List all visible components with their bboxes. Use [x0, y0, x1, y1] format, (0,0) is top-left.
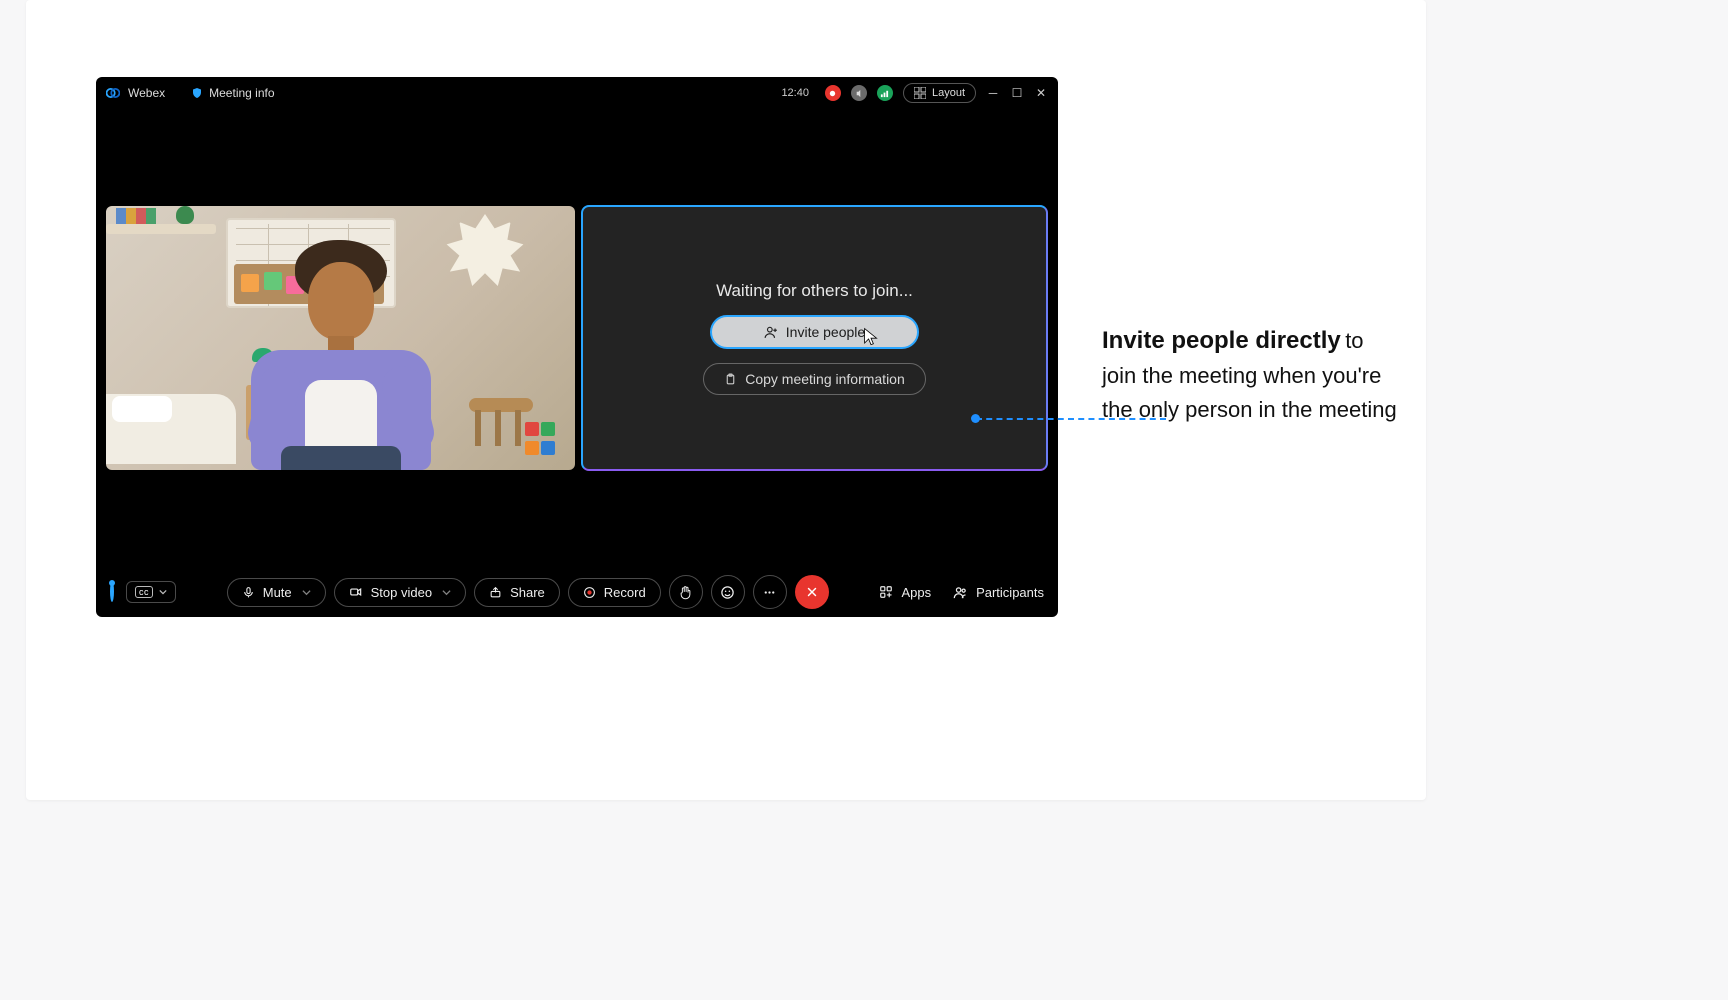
reactions-button[interactable] [711, 575, 745, 609]
clipboard-icon [724, 373, 737, 386]
titlebar-left: Webex Meeting info [106, 86, 275, 100]
app-name: Webex [128, 86, 165, 100]
network-indicator-icon[interactable] [877, 85, 893, 101]
mute-button[interactable]: Mute [227, 578, 326, 607]
bottombar-right: Apps Participants [879, 585, 1044, 600]
documentation-canvas: Webex Meeting info 12:40 Layout ─ [26, 0, 1426, 800]
invite-people-button[interactable]: Invite people [710, 315, 919, 349]
bottombar-center: Mute Stop video Share Record [227, 575, 829, 609]
audio-indicator-icon[interactable] [851, 85, 867, 101]
hand-icon [678, 585, 693, 600]
stop-video-button[interactable]: Stop video [334, 578, 466, 607]
record-label: Record [604, 585, 646, 600]
chevron-down-icon[interactable] [302, 588, 311, 597]
participants-label: Participants [976, 585, 1044, 600]
info-shield-icon [191, 87, 203, 99]
layout-label: Layout [932, 87, 965, 99]
video-stage: Waiting for others to join... Invite peo… [96, 109, 1058, 567]
captions-button[interactable]: cc [126, 581, 176, 603]
mute-label: Mute [263, 585, 292, 600]
window-maximize-button[interactable]: ☐ [1010, 86, 1024, 100]
webex-window: Webex Meeting info 12:40 Layout ─ [96, 77, 1058, 617]
apps-button[interactable]: Apps [879, 585, 931, 600]
more-options-button[interactable] [753, 575, 787, 609]
cc-icon: cc [135, 586, 153, 598]
ellipsis-icon [762, 585, 777, 600]
microphone-icon [242, 586, 255, 599]
titlebar-right: 12:40 Layout ─ ☐ ✕ [781, 83, 1048, 103]
assistant-ring-icon[interactable] [110, 583, 114, 601]
record-button[interactable]: Record [568, 578, 661, 607]
record-dot-icon [583, 586, 596, 599]
close-icon [805, 585, 819, 599]
self-video-tile[interactable] [106, 206, 575, 470]
webex-logo-icon [106, 86, 120, 100]
layout-button[interactable]: Layout [903, 83, 976, 103]
camera-icon [349, 585, 363, 599]
share-label: Share [510, 585, 545, 600]
recording-indicator-icon[interactable] [825, 85, 841, 101]
meeting-info-button[interactable]: Meeting info [191, 86, 274, 100]
participants-icon [953, 585, 968, 600]
copy-info-label: Copy meeting information [745, 371, 905, 387]
raise-hand-button[interactable] [669, 575, 703, 609]
callout-bold: Invite people directly [1102, 327, 1341, 354]
chevron-down-icon[interactable] [442, 588, 451, 597]
share-up-icon [489, 586, 502, 599]
titlebar: Webex Meeting info 12:40 Layout ─ [96, 77, 1058, 109]
window-close-button[interactable]: ✕ [1034, 86, 1048, 100]
meeting-info-label: Meeting info [209, 86, 274, 100]
copy-meeting-info-button[interactable]: Copy meeting information [703, 363, 926, 395]
layout-grid-icon [914, 87, 926, 99]
apps-grid-icon [879, 585, 893, 599]
callout-text: Invite people directly to join the meeti… [1102, 322, 1402, 427]
participants-button[interactable]: Participants [953, 585, 1044, 600]
bottom-control-bar: cc Mute Stop video Share [96, 567, 1058, 617]
smile-icon [720, 585, 735, 600]
bottombar-left: cc [110, 581, 176, 603]
meeting-clock: 12:40 [781, 87, 809, 99]
stop-video-label: Stop video [371, 585, 432, 600]
waiting-panel: Waiting for others to join... Invite peo… [581, 205, 1048, 471]
end-meeting-button[interactable] [795, 575, 829, 609]
person-add-icon [764, 325, 778, 339]
window-minimize-button[interactable]: ─ [986, 86, 1000, 100]
cursor-icon [863, 327, 879, 347]
apps-label: Apps [901, 585, 931, 600]
chevron-down-icon [159, 588, 167, 596]
invite-label: Invite people [786, 324, 865, 340]
waiting-status-text: Waiting for others to join... [716, 281, 913, 301]
share-button[interactable]: Share [474, 578, 560, 607]
